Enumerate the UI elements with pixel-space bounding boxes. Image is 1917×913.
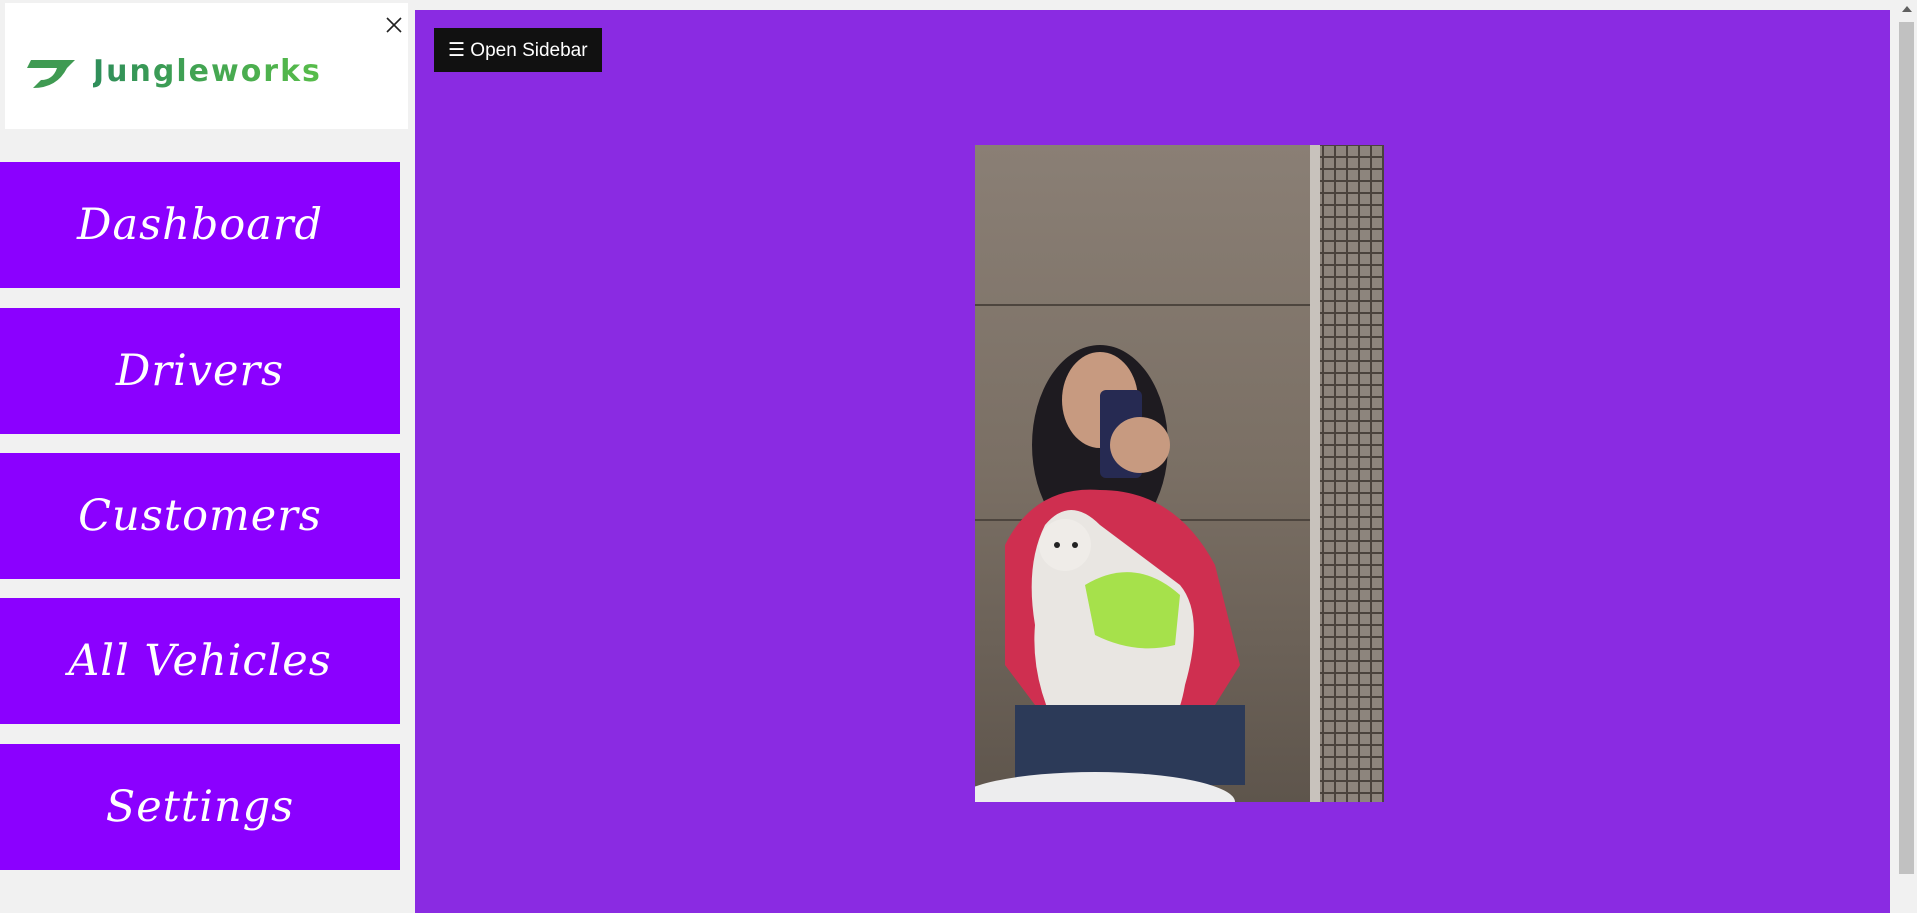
vertical-scrollbar[interactable] [1896, 0, 1917, 913]
logo-mark-icon [27, 60, 75, 88]
sidebar-item-settings[interactable]: Settings [0, 744, 400, 870]
close-icon[interactable] [381, 12, 407, 38]
sidebar-item-label: Customers [78, 491, 322, 541]
sidebar-item-customers[interactable]: Customers [0, 453, 400, 579]
sidebar: Jungleworks Dashboard Drivers Customers … [0, 0, 414, 913]
scrollbar-thumb[interactable] [1899, 22, 1914, 874]
sidebar-item-label: Drivers [115, 346, 285, 396]
sidebar-item-label: Settings [105, 782, 295, 832]
sidebar-item-label: All Vehicles [68, 636, 332, 686]
logo: Jungleworks [5, 3, 408, 129]
logo-text: Jungleworks [93, 54, 322, 89]
open-sidebar-button[interactable]: ☰ Open Sidebar [434, 28, 602, 72]
sidebar-item-drivers[interactable]: Drivers [0, 308, 400, 434]
photo-image [975, 145, 1384, 802]
sidebar-item-label: Dashboard [76, 200, 323, 250]
scroll-up-icon[interactable] [1902, 6, 1912, 12]
sidebar-item-all-vehicles[interactable]: All Vehicles [0, 598, 400, 724]
main-content: ☰ Open Sidebar [415, 10, 1890, 913]
sidebar-item-dashboard[interactable]: Dashboard [0, 162, 400, 288]
